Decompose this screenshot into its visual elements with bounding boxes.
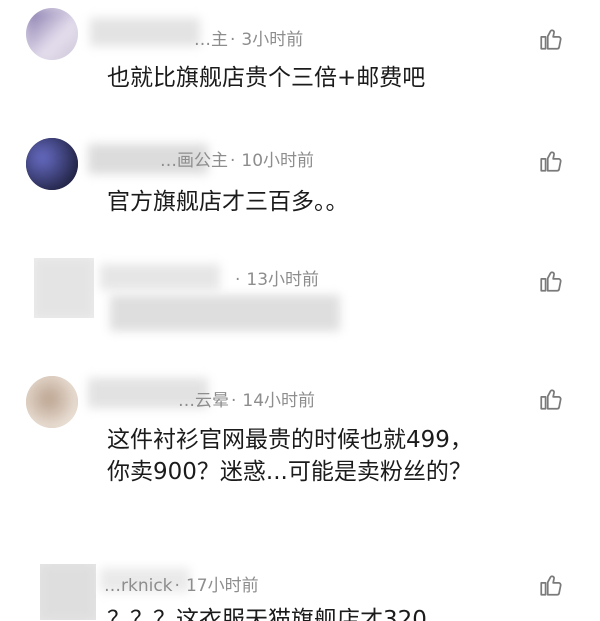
comment-item: …云晕 · 14小时前 这件衬衫官网最贵的时候也就499，你卖900？迷惑...可能…	[0, 370, 600, 560]
thumbs-up-icon	[538, 29, 564, 56]
username[interactable]: …rknick	[104, 576, 173, 596]
username[interactable]: …主	[194, 30, 228, 50]
timestamp: 3小时前	[241, 30, 304, 50]
comment-text: ？？？这衣服天猫旗舰店才320	[107, 607, 427, 621]
comment-item: · 13小时前	[0, 250, 600, 360]
separator: ·	[230, 30, 236, 50]
thumbs-up-icon	[538, 271, 564, 298]
avatar[interactable]	[40, 564, 96, 620]
avatar[interactable]	[26, 376, 78, 428]
timestamp: 10小时前	[241, 151, 315, 171]
username[interactable]: …画公主	[160, 151, 228, 171]
like-button[interactable]	[538, 572, 564, 598]
avatar[interactable]	[26, 8, 78, 60]
like-button[interactable]	[538, 386, 564, 412]
avatar[interactable]	[34, 258, 94, 318]
comment-text: 官方旗舰店才三百多。。	[107, 189, 349, 215]
separator: ·	[231, 391, 237, 411]
timestamp: 17小时前	[185, 576, 259, 596]
timestamp: 14小时前	[242, 391, 316, 411]
avatar[interactable]	[26, 138, 78, 190]
comment-item: …rknick · 17小时前 ？？？这衣服天猫旗舰店才320	[0, 560, 600, 621]
timestamp: 13小时前	[246, 270, 320, 290]
separator: ·	[174, 576, 180, 596]
separator: ·	[230, 151, 236, 171]
username-obscured	[100, 264, 220, 290]
comment-item: …画公主 · 10小时前 官方旗舰店才三百多。。	[0, 120, 600, 240]
like-button[interactable]	[538, 268, 564, 294]
like-button[interactable]	[538, 148, 564, 174]
like-button[interactable]	[538, 26, 564, 52]
comment-text-obscured	[110, 295, 340, 331]
comment-item: …主 · 3小时前 也就比旗舰店贵个三倍+邮费吧	[0, 0, 600, 110]
separator: ·	[235, 270, 241, 290]
comment-text: 也就比旗舰店贵个三倍+邮费吧	[107, 65, 426, 91]
username-obscured	[90, 18, 200, 46]
thumbs-up-icon	[538, 151, 564, 178]
comment-text: 这件衬衫官网最贵的时候也就499，你卖900？迷惑...可能是卖粉丝的？	[107, 427, 473, 485]
thumbs-up-icon	[538, 389, 564, 416]
thumbs-up-icon	[538, 575, 564, 602]
username[interactable]: …云晕	[178, 391, 229, 411]
